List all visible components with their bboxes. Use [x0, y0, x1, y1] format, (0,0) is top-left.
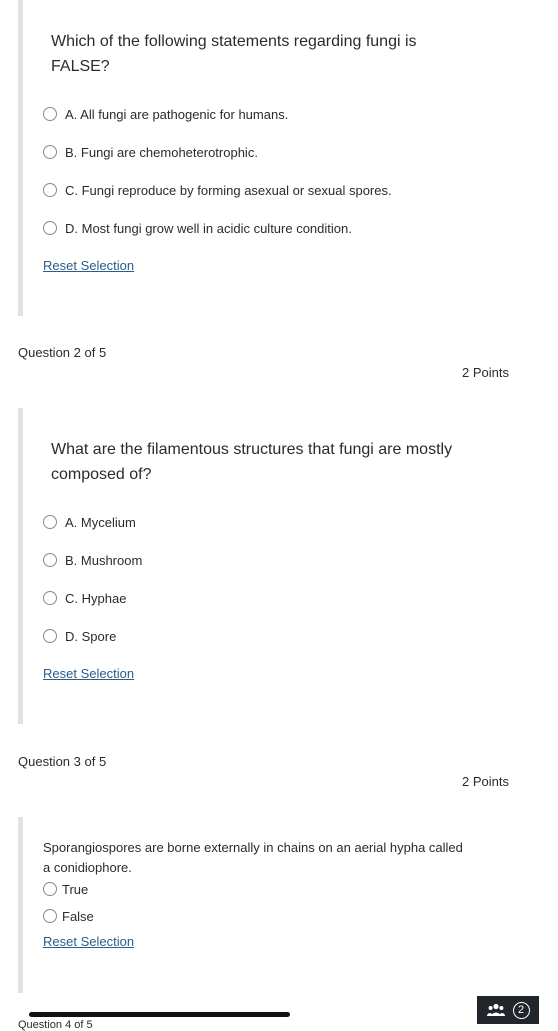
radio-button[interactable] — [43, 107, 57, 121]
question-1-text: Which of the following statements regard… — [51, 33, 417, 75]
radio-button[interactable] — [43, 515, 57, 529]
radio-button[interactable] — [43, 145, 57, 159]
question-3-reset-link[interactable]: Reset Selection — [43, 934, 134, 949]
radio-button[interactable] — [43, 553, 57, 567]
radio-button[interactable] — [43, 629, 57, 643]
question-2-option-a[interactable]: A. Mycelium — [43, 511, 136, 533]
question-4-number-peek: Question 4 of 5 — [18, 1019, 93, 1031]
question-2-option-b[interactable]: B. Mushroom — [43, 549, 142, 571]
people-icon — [486, 1003, 505, 1017]
question-3-text: Sporangiospores are borne externally in … — [43, 840, 463, 875]
question-2-option-d[interactable]: D. Spore — [43, 625, 116, 647]
radio-button[interactable] — [43, 221, 57, 235]
question-1-option-a[interactable]: A. All fungi are pathogenic for humans. — [43, 103, 288, 125]
question-3-points: 2 Points — [462, 774, 509, 789]
radio-button[interactable] — [43, 591, 57, 605]
option-label: A. Mycelium — [65, 514, 136, 530]
question-2-number: Question 2 of 5 — [18, 345, 107, 360]
option-label: D. Most fungi grow well in acidic cultur… — [65, 220, 352, 236]
question-3-option-false[interactable]: False — [43, 905, 94, 927]
option-label: A. All fungi are pathogenic for humans. — [65, 106, 289, 122]
notification-count-badge: 2 — [512, 1001, 530, 1019]
participants-button[interactable]: 2 — [477, 996, 539, 1024]
question-1-reset-link[interactable]: Reset Selection — [43, 258, 134, 273]
option-label: C. Hyphae — [65, 590, 127, 606]
question-3-number: Question 3 of 5 — [18, 754, 107, 769]
question-1-option-d[interactable]: D. Most fungi grow well in acidic cultur… — [43, 217, 352, 239]
home-indicator — [29, 1012, 290, 1017]
question-2-option-c[interactable]: C. Hyphae — [43, 587, 126, 609]
option-label: False — [62, 908, 94, 924]
option-label: B. Mushroom — [65, 552, 143, 568]
question-1-option-c[interactable]: C. Fungi reproduce by forming asexual or… — [43, 179, 392, 201]
option-label: True — [62, 881, 89, 897]
radio-button[interactable] — [43, 183, 57, 197]
question-1-option-b[interactable]: B. Fungi are chemoheterotrophic. — [43, 141, 258, 163]
question-2-card: What are the filamentous structures that… — [18, 408, 558, 724]
option-label: C. Fungi reproduce by forming asexual or… — [65, 182, 392, 198]
option-label: D. Spore — [65, 628, 117, 644]
question-2-text: What are the filamentous structures that… — [51, 441, 453, 483]
question-1-card: Which of the following statements regard… — [18, 0, 558, 316]
radio-button[interactable] — [43, 909, 57, 923]
question-3-option-true[interactable]: True — [43, 878, 88, 900]
radio-button[interactable] — [43, 882, 57, 896]
option-label: B. Fungi are chemoheterotrophic. — [65, 144, 258, 160]
question-3-card: Sporangiospores are borne externally in … — [18, 817, 558, 993]
question-2-points: 2 Points — [462, 365, 509, 380]
question-2-reset-link[interactable]: Reset Selection — [43, 666, 134, 681]
